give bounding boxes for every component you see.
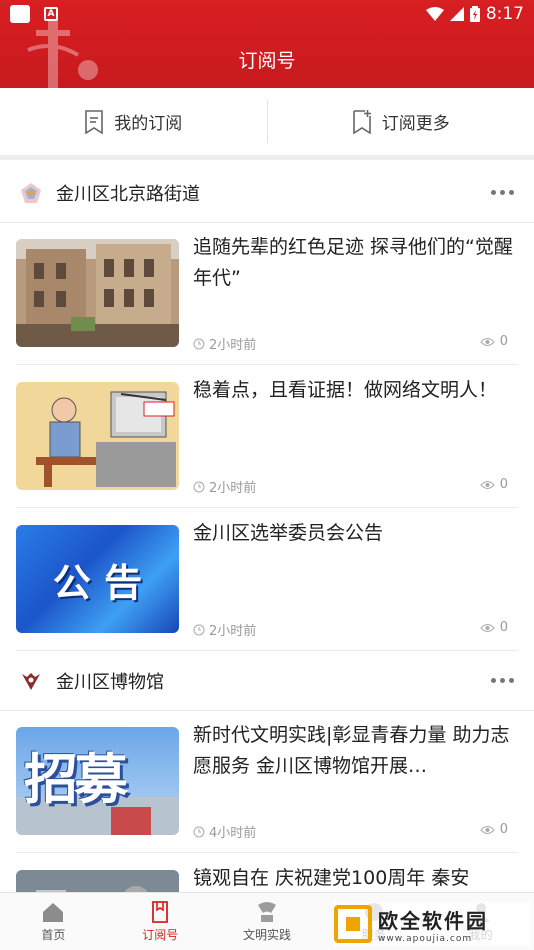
more-options-icon[interactable] xyxy=(491,678,514,683)
article-title: 新时代文明实践|彰显青春力量 助力志愿服务 金川区博物馆开展… xyxy=(193,724,510,777)
article-thumbnail xyxy=(16,382,179,490)
nav-label: 订阅号 xyxy=(142,927,179,942)
nav-civilization[interactable]: 文明实践 xyxy=(214,893,321,950)
subscription-section-header[interactable]: 金川区北京路街道 xyxy=(0,163,534,223)
nav-subscription[interactable]: 订阅号 xyxy=(107,893,214,950)
article-title: 金川区选举委员会公告 xyxy=(193,522,384,544)
clock-icon xyxy=(193,826,205,837)
article-views: 0 xyxy=(480,620,508,635)
page-title: 订阅号 xyxy=(238,50,296,72)
eye-icon xyxy=(480,623,495,632)
article-views: 0 xyxy=(480,334,508,349)
article-title: 追随先辈的红色足迹 探寻他们的“觉醒年代” xyxy=(193,236,513,289)
more-options-icon[interactable] xyxy=(491,190,514,195)
view-count: 0 xyxy=(499,334,508,349)
battery-icon xyxy=(469,6,480,22)
thumbnail-text: 招募 xyxy=(24,748,128,811)
article-time: 2小时前 xyxy=(193,334,256,353)
thumbnail-text: 公 告 xyxy=(52,560,143,605)
article-thumbnail: 公 告 xyxy=(16,525,179,633)
subscription-section-header[interactable]: 金川区博物馆 xyxy=(0,651,534,711)
clock-icon xyxy=(193,481,205,492)
subscription-icon xyxy=(152,900,169,923)
article-thumbnail xyxy=(16,239,179,347)
article-title: 稳着点，且看证据！做网络文明人！ xyxy=(193,379,498,401)
view-count: 0 xyxy=(499,477,508,492)
time-text: 2小时前 xyxy=(209,481,257,496)
article-views: 0 xyxy=(480,477,508,492)
channel-logo-icon xyxy=(21,182,41,203)
tab-label: 订阅更多 xyxy=(381,114,450,134)
watermark-url: www.apoujia.com xyxy=(378,933,473,944)
watermark-text: 欧全软件园 xyxy=(378,908,488,933)
notification-icon xyxy=(10,5,30,23)
list-item[interactable]: 追随先辈的红色足迹 探寻他们的“觉醒年代” 2小时前 0 xyxy=(16,222,518,365)
article-time: 2小时前 xyxy=(193,620,256,639)
subscription-tabs: 我的订阅 订阅更多 xyxy=(0,88,534,160)
nav-label: 文明实践 xyxy=(242,927,291,942)
tab-label: 我的订阅 xyxy=(114,114,183,134)
nav-label: 首页 xyxy=(41,927,66,942)
list-item[interactable]: 招募 新时代文明实践|彰显青春力量 助力志愿服务 金川区博物馆开展… 4小时前 … xyxy=(16,710,518,853)
time-text: 4小时前 xyxy=(209,826,257,841)
list-item[interactable]: 公 告 金川区选举委员会公告 2小时前 0 xyxy=(16,508,518,651)
bookmark-add-icon xyxy=(352,109,371,134)
view-count: 0 xyxy=(499,822,508,837)
time-text: 2小时前 xyxy=(209,624,257,639)
site-watermark: 欧全软件园 www.apoujia.com xyxy=(334,902,530,946)
article-thumbnail: 招募 xyxy=(16,727,179,835)
eye-icon xyxy=(480,337,495,346)
home-icon xyxy=(43,902,64,922)
bookmark-list-icon xyxy=(85,109,104,134)
civilization-icon xyxy=(257,901,276,922)
app-header: A 8:17 订阅号 xyxy=(0,0,534,88)
channel-logo-icon xyxy=(22,672,40,690)
time-text: 2小时前 xyxy=(209,338,257,353)
article-time: 2小时前 xyxy=(193,477,256,496)
nav-home[interactable]: 首页 xyxy=(0,893,107,950)
app-notification-icon: A xyxy=(44,7,58,21)
channel-name: 金川区博物馆 xyxy=(56,671,164,693)
watermark-logo-icon xyxy=(334,905,372,943)
wifi-icon xyxy=(425,7,444,21)
clock-icon xyxy=(193,624,205,635)
list-item[interactable]: 稳着点，且看证据！做网络文明人！ 2小时前 0 xyxy=(16,365,518,508)
channel-name: 金川区北京路街道 xyxy=(56,183,200,205)
tab-my-subscriptions[interactable]: 我的订阅 xyxy=(0,88,267,155)
status-bar: A 8:17 xyxy=(0,0,534,28)
signal-icon xyxy=(449,7,464,21)
eye-icon xyxy=(480,825,495,834)
article-views: 0 xyxy=(480,822,508,837)
tab-subscribe-more[interactable]: 订阅更多 xyxy=(268,88,534,155)
article-title: 镜观自在 庆祝建党100周年 秦安 xyxy=(193,867,470,889)
article-time: 4小时前 xyxy=(193,822,256,841)
clock: 8:17 xyxy=(485,4,524,24)
eye-icon xyxy=(480,480,495,489)
view-count: 0 xyxy=(499,620,508,635)
clock-icon xyxy=(193,338,205,349)
